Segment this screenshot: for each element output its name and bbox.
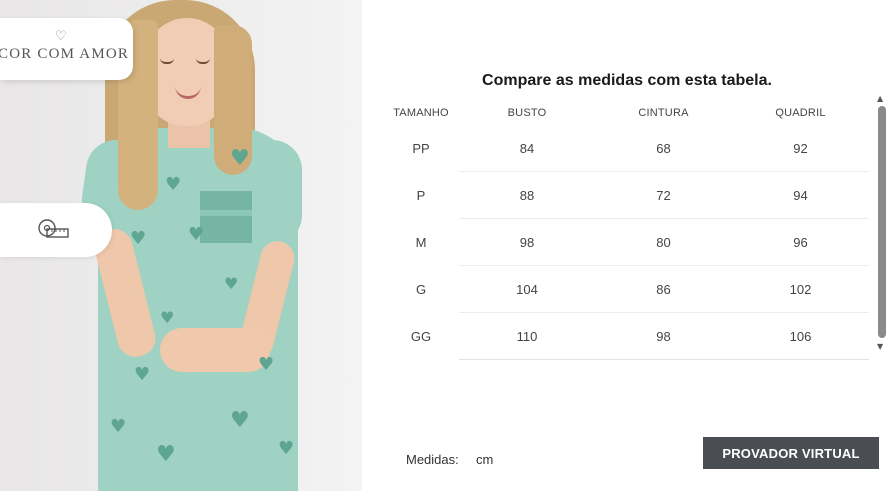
- nightgown-pocket: [200, 191, 252, 243]
- heart-print-icon: ♥: [258, 354, 275, 375]
- heart-print-icon: ♥: [160, 308, 175, 327]
- size-cell: PP: [412, 140, 430, 156]
- table-row: G 104 86 102: [383, 265, 869, 313]
- table-row: PP 84 68 92: [383, 125, 869, 172]
- brand-name: COR COM AMOR: [0, 46, 130, 62]
- bust-cell: 110: [459, 312, 595, 360]
- units-label: Medidas:: [406, 452, 459, 467]
- hip-cell: 96: [732, 218, 869, 266]
- bust-cell: 98: [459, 218, 595, 266]
- heart-print-icon: ♥: [188, 224, 205, 245]
- brand-logo: ♡ COR COM AMOR: [0, 18, 133, 80]
- size-cell: G: [415, 281, 427, 297]
- pocket-trim: [200, 210, 252, 216]
- waist-cell: 98: [595, 312, 732, 360]
- hip-cell: 102: [732, 265, 869, 313]
- heart-print-icon: ♥: [134, 364, 151, 385]
- bust-cell: 88: [459, 171, 595, 219]
- scroll-up-arrow-icon[interactable]: ▲: [877, 94, 883, 103]
- size-cell: P: [416, 187, 426, 203]
- hip-cell: 106: [732, 312, 869, 360]
- size-table-title: Compare as medidas com esta tabela.: [482, 72, 772, 89]
- waist-cell: 86: [595, 265, 732, 313]
- bust-cell: 84: [459, 125, 595, 172]
- table-row: M 98 80 96: [383, 218, 869, 266]
- table-row: GG 110 98 106: [383, 312, 869, 360]
- scroll-down-arrow-icon[interactable]: ▼: [877, 342, 883, 351]
- column-header-bust: BUSTO: [507, 107, 547, 119]
- heart-print-icon: ♥: [130, 228, 147, 249]
- hip-cell: 94: [732, 171, 869, 219]
- heart-print-icon: ♥: [224, 274, 239, 293]
- measuring-tape-icon: [38, 219, 69, 238]
- heart-print-icon: ♥: [156, 442, 176, 467]
- waist-cell: 68: [595, 125, 732, 172]
- heart-print-icon: ♥: [230, 408, 250, 433]
- heart-print-icon: ♥: [278, 438, 295, 459]
- heart-print-icon: ♥: [110, 416, 127, 437]
- size-cell: GG: [410, 328, 432, 344]
- column-header-hip: QUADRIL: [775, 107, 826, 119]
- virtual-fitting-button[interactable]: PROVADOR VIRTUAL: [703, 437, 879, 469]
- table-header-row: TAMANHO BUSTO CINTURA QUADRIL: [383, 101, 869, 125]
- heart-icon: ♡: [55, 29, 67, 44]
- waist-cell: 80: [595, 218, 732, 266]
- column-header-waist: CINTURA: [638, 107, 689, 119]
- column-header-size: TAMANHO: [393, 107, 449, 119]
- units-value: cm: [476, 452, 494, 467]
- heart-print-icon: ♥: [165, 174, 182, 195]
- table-row: P 88 72 94: [383, 171, 869, 219]
- model-hands: [160, 328, 270, 372]
- scrollbar-thumb[interactable]: [878, 106, 886, 338]
- hip-cell: 92: [732, 125, 869, 172]
- size-table: TAMANHO BUSTO CINTURA QUADRIL PP 84 68 9…: [383, 101, 869, 360]
- size-cell: M: [415, 234, 427, 250]
- heart-print-icon: ♥: [230, 146, 250, 171]
- bust-cell: 104: [459, 265, 595, 313]
- nightgown-right-sleeve: [250, 140, 302, 245]
- waist-cell: 72: [595, 171, 732, 219]
- size-guide-tab[interactable]: [0, 203, 112, 257]
